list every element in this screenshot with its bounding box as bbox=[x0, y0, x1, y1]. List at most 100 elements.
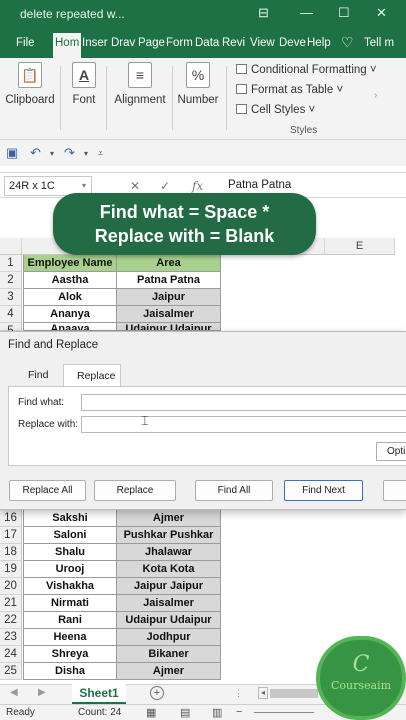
table-cell-name[interactable]: Saloni bbox=[23, 527, 117, 544]
table-cell-area[interactable]: Kota Kota bbox=[117, 561, 221, 578]
number-group[interactable]: % Number bbox=[176, 62, 220, 106]
tab-replace[interactable]: Replace bbox=[63, 364, 121, 386]
table-cell-area[interactable]: Patna Patna bbox=[117, 272, 221, 289]
row-header[interactable]: 16 bbox=[0, 510, 22, 527]
ribbon-scroll-icon[interactable]: › bbox=[374, 90, 377, 101]
format-as-table-button[interactable]: Format as Table ˅ bbox=[236, 84, 343, 96]
font-group[interactable]: A Font bbox=[66, 62, 102, 106]
replace-with-input[interactable] bbox=[81, 416, 406, 433]
row-header[interactable]: 22 bbox=[0, 612, 22, 629]
tab-insert[interactable]: Inser bbox=[82, 37, 108, 49]
tab-review[interactable]: Revi bbox=[222, 37, 245, 49]
row-header[interactable]: 4 bbox=[0, 306, 22, 323]
row-header[interactable]: 19 bbox=[0, 561, 22, 578]
table-cell-area[interactable]: Jaisalmer bbox=[117, 595, 221, 612]
row-header[interactable]: 20 bbox=[0, 578, 22, 595]
table-cell-area[interactable]: Jaisalmer bbox=[117, 306, 221, 323]
tab-view[interactable]: View bbox=[250, 37, 275, 49]
row-header[interactable]: 5 bbox=[0, 323, 22, 337]
scroll-left-icon[interactable]: ◀ bbox=[10, 687, 18, 698]
scroll-right-icon[interactable]: ▶ bbox=[38, 687, 46, 698]
row-header[interactable]: 25 bbox=[0, 663, 22, 680]
table-cell-name[interactable]: Shalu bbox=[23, 544, 117, 561]
table-cell-name[interactable]: Aastha bbox=[23, 272, 117, 289]
customize-toolbar-icon[interactable]: ⩡ bbox=[98, 148, 103, 159]
plus-icon[interactable]: + bbox=[150, 686, 164, 700]
table-cell-name[interactable]: Anaaya bbox=[23, 323, 117, 331]
table-cell-area[interactable]: Jhalawar bbox=[117, 544, 221, 561]
table-cell-area[interactable]: Udaipur Udaipur bbox=[117, 323, 221, 331]
table-cell-area[interactable]: Ajmer bbox=[117, 663, 221, 680]
tab-draw[interactable]: Drav bbox=[111, 37, 135, 49]
row-header[interactable]: 23 bbox=[0, 629, 22, 646]
page-layout-view-icon[interactable]: ▤ bbox=[180, 706, 190, 719]
table-cell-name[interactable]: Heena bbox=[23, 629, 117, 646]
normal-view-icon[interactable]: ▦ bbox=[146, 706, 156, 719]
table-cell-name[interactable]: Rani bbox=[23, 612, 117, 629]
table-cell-area[interactable]: Jaipur Jaipur bbox=[117, 578, 221, 595]
select-all-corner[interactable] bbox=[0, 238, 22, 255]
header-cell-area[interactable]: Area bbox=[117, 255, 221, 272]
row-header[interactable]: 3 bbox=[0, 289, 22, 306]
table-cell-area[interactable]: Ajmer bbox=[117, 510, 221, 527]
tab-find[interactable]: Find bbox=[28, 369, 48, 381]
table-cell-name[interactable]: Ananya bbox=[23, 306, 117, 323]
cell-styles-button[interactable]: Cell Styles ˅ bbox=[236, 104, 315, 116]
tab-help[interactable]: Help bbox=[307, 37, 331, 49]
conditional-formatting-button[interactable]: Conditional Formatting ˅ bbox=[236, 64, 377, 76]
table-cell-name[interactable]: Vishakha bbox=[23, 578, 117, 595]
table-cell-name[interactable]: Urooj bbox=[23, 561, 117, 578]
table-cell-name[interactable]: Nirmati bbox=[23, 595, 117, 612]
horizontal-scrollbar[interactable] bbox=[270, 689, 318, 698]
table-cell-area[interactable]: Pushkar Pushkar bbox=[117, 527, 221, 544]
cancel-icon[interactable]: ✕ bbox=[130, 179, 140, 193]
table-cell-name[interactable]: Disha bbox=[23, 663, 117, 680]
zoom-slider[interactable] bbox=[254, 712, 314, 713]
ribbon-display-icon[interactable]: ⊟ bbox=[258, 5, 269, 21]
find-all-button[interactable]: Find All bbox=[195, 480, 273, 501]
sheet-tab-sheet1[interactable]: Sheet1 bbox=[72, 684, 126, 704]
row-header[interactable]: 1 bbox=[0, 255, 22, 272]
tab-home[interactable]: Hom bbox=[53, 33, 82, 58]
page-break-view-icon[interactable]: ▥ bbox=[212, 706, 222, 719]
tab-data[interactable]: Data bbox=[195, 37, 219, 49]
row-header[interactable]: 24 bbox=[0, 646, 22, 663]
tab-developer[interactable]: Deve bbox=[279, 37, 306, 49]
restore-icon[interactable]: ☐ bbox=[338, 5, 350, 21]
alignment-group[interactable]: ≡ Alignment bbox=[112, 62, 168, 106]
insert-function-icon[interactable]: fx bbox=[192, 179, 203, 193]
options-button[interactable]: Opti bbox=[376, 442, 406, 461]
save-icon[interactable]: ▣ bbox=[6, 145, 18, 161]
more-options-icon[interactable]: ⋮ bbox=[234, 688, 243, 699]
tab-page-layout[interactable]: Page bbox=[138, 37, 165, 49]
zoom-out-icon[interactable]: − bbox=[236, 706, 242, 718]
enter-icon[interactable]: ✓ bbox=[160, 179, 170, 193]
row-header[interactable]: 21 bbox=[0, 595, 22, 612]
table-cell-name[interactable]: Shreya bbox=[23, 646, 117, 663]
replace-button[interactable]: Replace bbox=[94, 480, 176, 501]
row-header[interactable]: 17 bbox=[0, 527, 22, 544]
find-what-input[interactable] bbox=[81, 394, 406, 411]
table-cell-area[interactable]: Bikaner bbox=[117, 646, 221, 663]
hscroll-left-icon[interactable]: ◂ bbox=[258, 687, 268, 699]
close-dialog-button[interactable] bbox=[383, 480, 406, 501]
table-cell-area[interactable]: Jodhpur bbox=[117, 629, 221, 646]
formula-value[interactable]: Patna Patna bbox=[228, 179, 291, 191]
tell-me-search[interactable]: Tell m bbox=[364, 37, 394, 49]
table-cell-name[interactable]: Alok bbox=[23, 289, 117, 306]
name-box-dropdown-icon[interactable]: ▾ bbox=[82, 181, 86, 190]
replace-all-button[interactable]: Replace All bbox=[9, 480, 86, 501]
redo-dropdown-icon[interactable]: ▾ bbox=[84, 149, 88, 158]
redo-icon[interactable]: ↷ bbox=[64, 145, 75, 161]
tab-file[interactable]: File bbox=[16, 37, 35, 49]
table-cell-name[interactable]: Sakshi bbox=[23, 510, 117, 527]
undo-icon[interactable]: ↶ bbox=[30, 145, 41, 161]
table-cell-area[interactable]: Udaipur Udaipur bbox=[117, 612, 221, 629]
row-header[interactable]: 2 bbox=[0, 272, 22, 289]
find-next-button[interactable]: Find Next bbox=[284, 480, 363, 501]
header-cell-employee-name[interactable]: Employee Name bbox=[23, 255, 117, 272]
table-cell-area[interactable]: Jaipur bbox=[117, 289, 221, 306]
clipboard-group[interactable]: 📋 Clipboard bbox=[4, 62, 56, 106]
lightbulb-icon[interactable]: ♡ bbox=[341, 34, 354, 51]
column-header-e[interactable]: E bbox=[325, 238, 395, 255]
